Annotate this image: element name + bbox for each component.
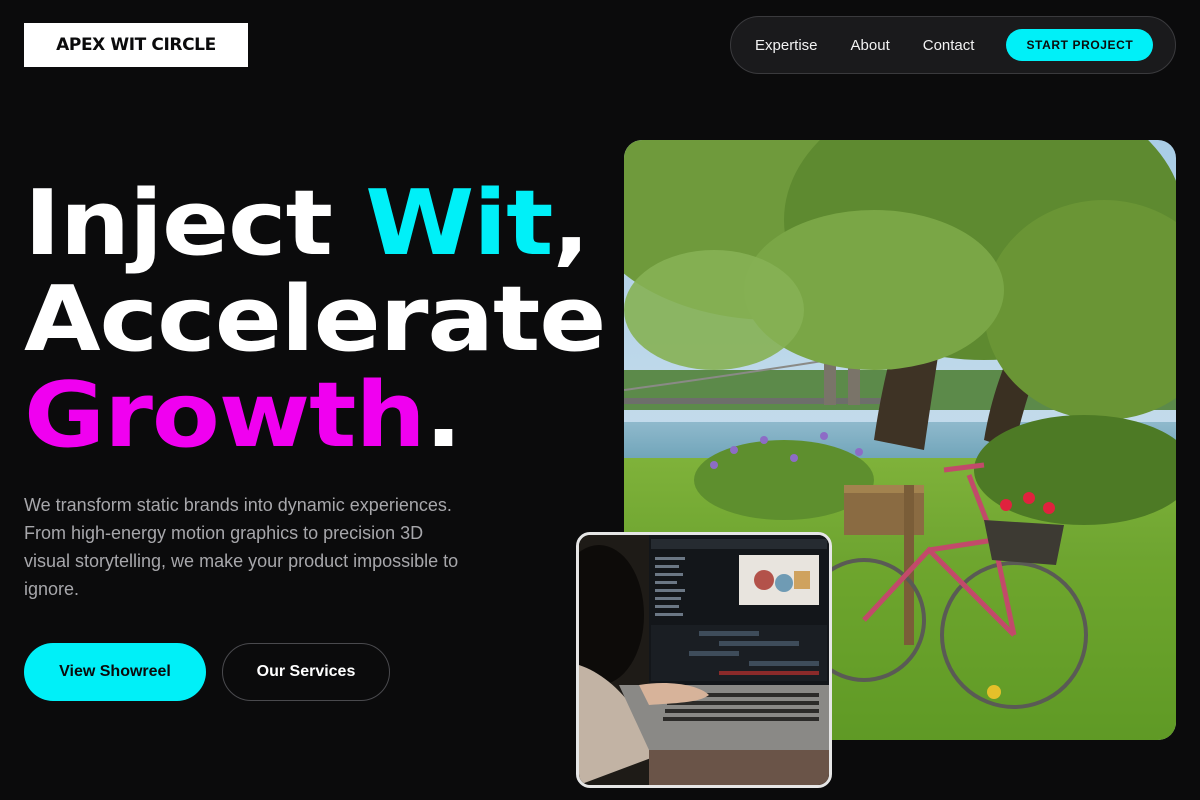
brand-name: APEX WIT CIRCLE [56,35,216,55]
headline-part-1: Inject [24,171,366,276]
main-nav: Expertise About Contact START PROJECT [730,16,1176,74]
hero-description: We transform static brands into dynamic … [24,495,459,599]
headline-accent-wit: Wit [365,171,553,276]
laptop-video-editing-photo-icon [579,535,829,785]
headline-accent-growth: Growth [24,363,426,468]
headline-period: . [424,363,463,468]
landing-page: APEX WIT CIRCLE Expertise About Contact … [0,0,1200,800]
headline-line-2: Accelerate [24,267,606,372]
view-showreel-button[interactable]: View Showreel [24,643,206,701]
headline-comma: , [552,171,590,276]
hero-headline: Inject Wit, Accelerate Growth. [24,176,606,464]
our-services-button[interactable]: Our Services [222,643,390,701]
start-project-button[interactable]: START PROJECT [1006,29,1154,61]
nav-link-expertise[interactable]: Expertise [755,37,818,54]
brand-logo[interactable]: APEX WIT CIRCLE [24,23,248,67]
nav-link-contact[interactable]: Contact [923,37,975,54]
inset-photo [576,532,832,788]
nav-link-about[interactable]: About [851,37,890,54]
